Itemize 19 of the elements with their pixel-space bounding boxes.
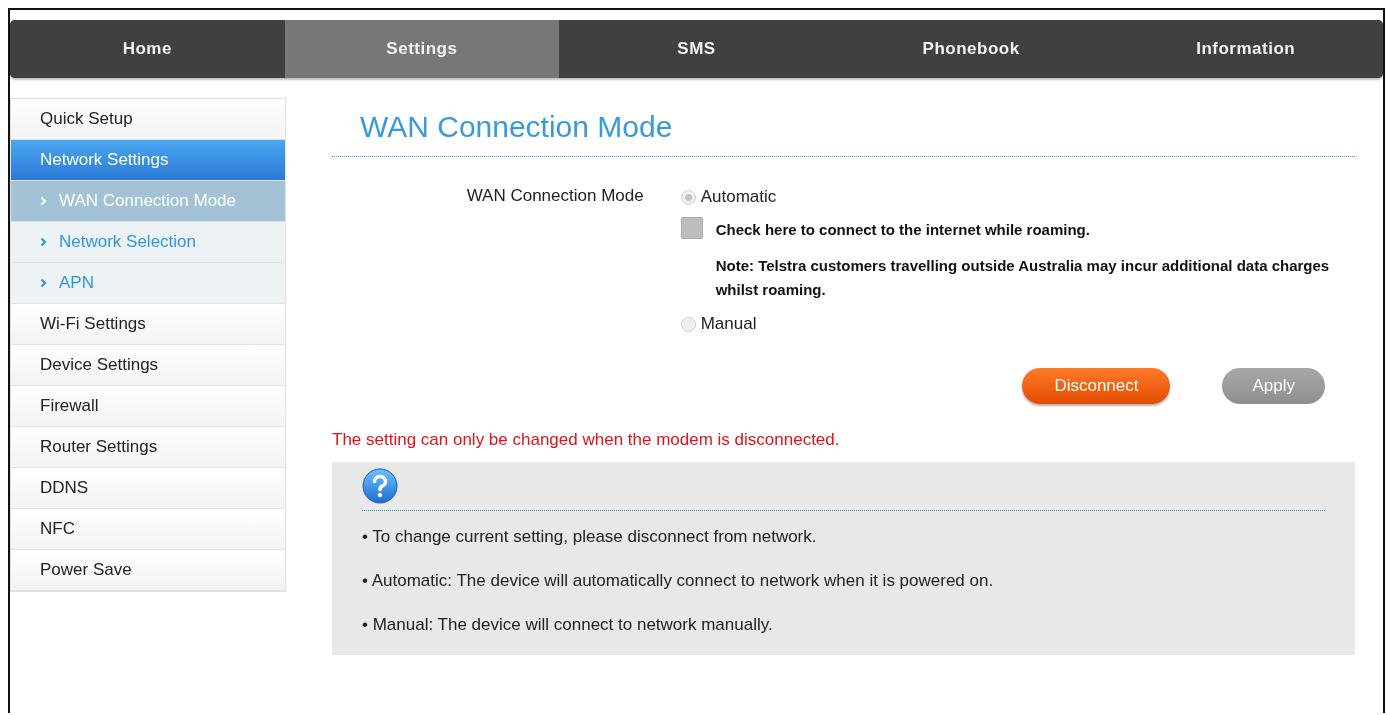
nav-tab[interactable]: Information bbox=[1108, 20, 1383, 78]
chevron-icon bbox=[40, 278, 47, 288]
chevron-icon bbox=[40, 237, 47, 247]
page-title: WAN Connection Mode bbox=[332, 98, 1355, 157]
nav-tab[interactable]: Phonebook bbox=[833, 20, 1109, 78]
nav-tab[interactable]: Home bbox=[10, 20, 285, 78]
help-text: • Manual: The device will connect to network manually. bbox=[362, 614, 774, 636]
nav-tab[interactable]: Settings bbox=[284, 20, 560, 78]
help-text: • Automatic: The device will automatically connect to network when it is powered on. bbox=[362, 570, 995, 592]
field-label: WAN Connection Mode bbox=[465, 185, 644, 207]
roaming-note: Note: Telstra customers travelling outside Australia may incur additional data charges whilst roaming. bbox=[715, 256, 1331, 300]
nav-tab[interactable]: SMS bbox=[559, 20, 834, 78]
checkbox-label: Check here to connect to the internet while roaming. bbox=[715, 220, 1091, 240]
radio-label: Manual bbox=[700, 314, 757, 334]
help-icon bbox=[362, 468, 398, 504]
help-text: • To change current setting, please disconnect from network. bbox=[362, 526, 818, 548]
radio-label: Automatic bbox=[700, 187, 777, 207]
chevron-icon bbox=[40, 196, 47, 206]
warning-message: The setting can only be changed when the modem is disconnected. bbox=[332, 430, 841, 450]
